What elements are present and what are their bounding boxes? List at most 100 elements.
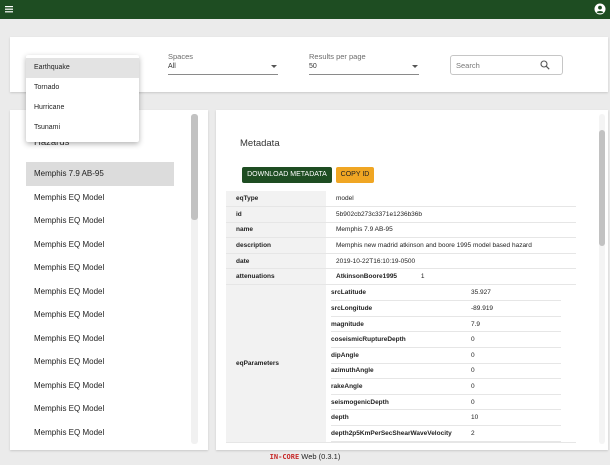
list-item[interactable]: Memphis EQ Model: [26, 350, 174, 374]
results-per-page-value: 50: [309, 63, 317, 70]
param-value: 0: [471, 394, 561, 411]
eq-parameters-table: srcLatitude 35.927 srcLongitude -89.919 ma…: [331, 285, 561, 442]
param-value: 10: [471, 409, 561, 426]
table-row: date 2019-10-22T16:10:19-0500: [226, 253, 576, 270]
footer: IN-CORE Web (0.3.1): [0, 452, 610, 461]
menu-item-tornado[interactable]: Tornado: [26, 78, 139, 98]
metadata-panel: Metadata DOWNLOAD METADATA COPY ID eqTyp…: [216, 110, 608, 450]
list-item[interactable]: Memphis EQ Model: [26, 303, 174, 327]
param-value: 2: [471, 425, 561, 442]
param-key: depth2p5KmPerSecShearWaveVelocity: [331, 425, 471, 442]
param-value: 0: [471, 378, 561, 395]
table-row: id 5b902cb273c3371e1236b36b: [226, 206, 576, 223]
hazards-panel: Hazards Memphis 7.9 AB-95 Memphis EQ Mod…: [10, 110, 208, 450]
param-key: magnitude: [331, 316, 471, 333]
search-box[interactable]: [450, 55, 563, 75]
menu-icon[interactable]: [4, 4, 14, 14]
param-key: seismogenicDepth: [331, 394, 471, 411]
list-item[interactable]: Memphis EQ Model: [26, 374, 174, 398]
metadata-value: Memphis 7.9 AB-95: [326, 222, 576, 239]
metadata-value: Memphis new madrid atkinson and boore 19…: [326, 237, 576, 254]
list-item[interactable]: Memphis EQ Model: [26, 327, 174, 351]
hazards-list: Memphis 7.9 AB-95 Memphis EQ Model Memph…: [26, 162, 174, 444]
table-row: attenuations AtkinsonBoore1995 1: [226, 268, 576, 286]
attenuation-value: 1: [420, 273, 425, 281]
table-row: azimuthAngle 0: [331, 363, 561, 380]
param-value: 0: [471, 363, 561, 380]
results-per-page-field[interactable]: Results per page 50: [309, 52, 419, 75]
list-item[interactable]: Memphis EQ Model: [26, 397, 174, 421]
metadata-key: description: [226, 237, 326, 254]
param-value: 7.9: [471, 316, 561, 333]
param-value: 0: [471, 331, 561, 348]
param-key: srcLongitude: [331, 300, 471, 317]
download-metadata-button[interactable]: DOWNLOAD METADATA: [242, 167, 332, 183]
table-row: name Memphis 7.9 AB-95: [226, 222, 576, 239]
metadata-key: id: [226, 206, 326, 223]
list-item[interactable]: Memphis EQ Model: [26, 186, 174, 210]
metadata-value: model: [326, 191, 576, 208]
table-row: depth 10: [331, 409, 561, 426]
metadata-key: attenuations: [226, 268, 326, 286]
copy-id-button[interactable]: COPY ID: [336, 167, 374, 183]
metadata-scrollbar-thumb[interactable]: [599, 130, 605, 246]
param-key: srcLatitude: [331, 285, 471, 302]
hazards-scrollbar[interactable]: [191, 114, 198, 444]
table-row: srcLatitude 35.927: [331, 285, 561, 302]
menu-item-tsunami[interactable]: Tsunami: [26, 118, 139, 138]
metadata-key: date: [226, 253, 326, 270]
footer-brand: IN-CORE: [269, 453, 300, 461]
results-per-page-label: Results per page: [309, 52, 366, 61]
metadata-key: eqType: [226, 191, 326, 208]
list-item[interactable]: Memphis EQ Model: [26, 209, 174, 233]
metadata-value: 2019-10-22T16:10:19-0500: [326, 253, 576, 270]
footer-version: Web (0.3.1): [301, 452, 341, 461]
table-row: magnitude 7.9: [331, 316, 561, 333]
menu-item-earthquake[interactable]: Earthquake: [26, 58, 139, 78]
spaces-field[interactable]: Spaces All: [168, 52, 278, 75]
param-value: 0: [471, 347, 561, 364]
table-row: srcLongitude -89.919: [331, 300, 561, 317]
table-row: eqType model: [226, 191, 576, 208]
param-key: rakeAngle: [331, 378, 471, 395]
param-key: azimuthAngle: [331, 363, 471, 380]
chevron-down-icon: [271, 65, 277, 68]
chevron-down-icon: [412, 65, 418, 68]
table-row: dipAngle 0: [331, 347, 561, 364]
list-item[interactable]: Memphis 7.9 AB-95: [26, 162, 174, 186]
metadata-value: 5b902cb273c3371e1236b36b: [326, 206, 576, 223]
spaces-value: All: [168, 63, 176, 70]
param-key: depth: [331, 409, 471, 426]
table-row: depth2p5KmPerSecShearWaveVelocity 2: [331, 425, 561, 442]
hazards-scrollbar-thumb[interactable]: [191, 114, 198, 220]
dataset-type-menu: Earthquake Tornado Hurricane Tsunami: [26, 55, 139, 142]
spaces-select[interactable]: All: [168, 63, 278, 75]
table-row: coseismicRuptureDepth 0: [331, 331, 561, 348]
list-item[interactable]: Memphis EQ Model: [26, 256, 174, 280]
results-per-page-select[interactable]: 50: [309, 63, 419, 75]
metadata-title: Metadata: [240, 138, 280, 149]
search-icon[interactable]: [540, 60, 550, 70]
table-row: rakeAngle 0: [331, 378, 561, 395]
table-row: description Memphis new madrid atkinson …: [226, 237, 576, 254]
app-bar: [0, 0, 610, 19]
metadata-table: eqType model id 5b902cb273c3371e1236b36b…: [226, 191, 576, 443]
metadata-value: AtkinsonBoore1995 1: [326, 268, 576, 286]
list-item[interactable]: Memphis EQ Model: [26, 233, 174, 257]
metadata-key: eqParameters: [226, 284, 326, 443]
spaces-label: Spaces: [168, 52, 194, 61]
param-value: 35.927: [471, 285, 561, 302]
search-input[interactable]: [456, 59, 536, 71]
table-row: eqParameters srcLatitude 35.927 srcLongit…: [226, 284, 576, 443]
account-icon[interactable]: [594, 3, 606, 15]
param-key: coseismicRuptureDepth: [331, 331, 471, 348]
param-key: dipAngle: [331, 347, 471, 364]
metadata-scrollbar[interactable]: [599, 114, 605, 444]
metadata-key: name: [226, 222, 326, 239]
attenuation-name: AtkinsonBoore1995: [336, 273, 398, 281]
list-item[interactable]: Memphis EQ Model: [26, 421, 174, 445]
menu-item-hurricane[interactable]: Hurricane: [26, 98, 139, 118]
eq-parameters-cell: srcLatitude 35.927 srcLongitude -89.919 ma…: [326, 284, 576, 443]
list-item[interactable]: Memphis EQ Model: [26, 280, 174, 304]
table-row: seismogenicDepth 0: [331, 394, 561, 411]
